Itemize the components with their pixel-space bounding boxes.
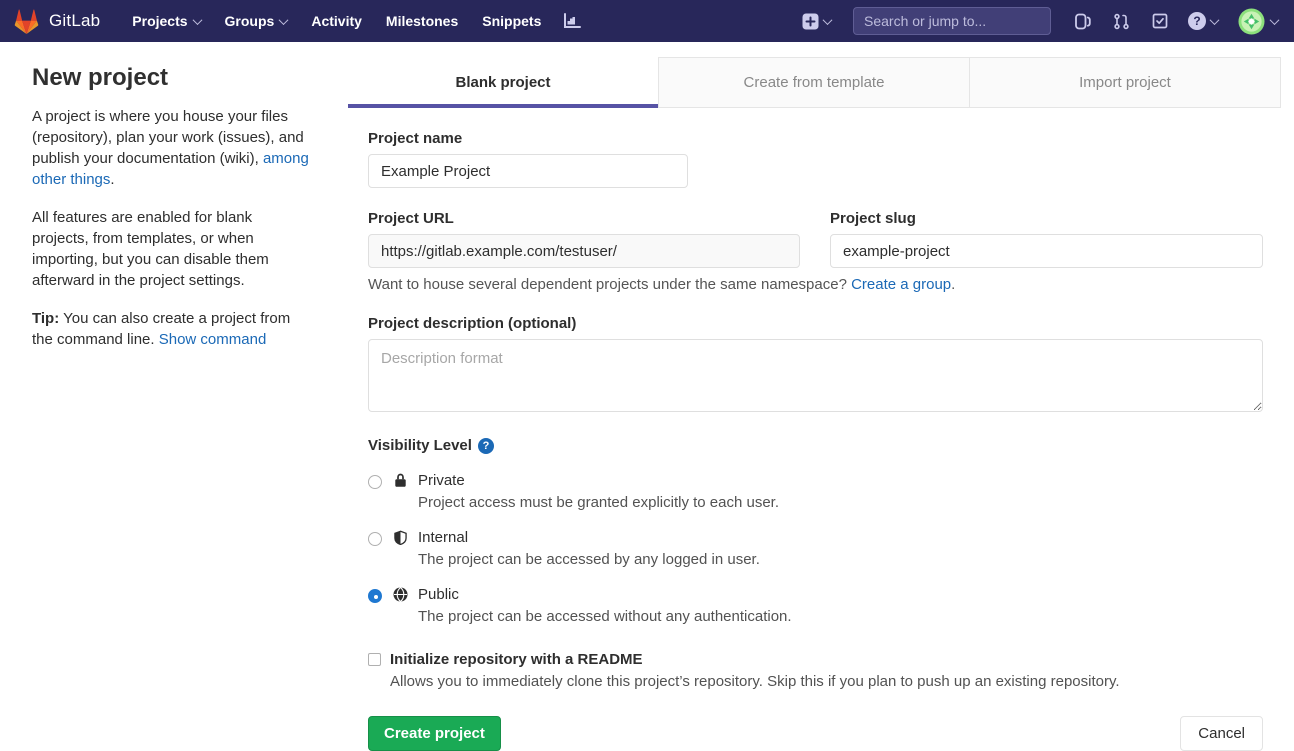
url-slug-row: Project URL Project slug xyxy=(368,210,1263,268)
visibility-level-label: Visibility Level ? xyxy=(368,437,1263,454)
nav-milestones[interactable]: Milestones xyxy=(376,7,468,35)
tab-blank-project[interactable]: Blank project xyxy=(348,57,659,107)
lock-icon xyxy=(393,473,408,488)
internal-radio[interactable] xyxy=(368,532,382,546)
search-input[interactable] xyxy=(864,13,1045,29)
top-navbar: GitLab Projects Groups Activity Mileston… xyxy=(0,0,1294,42)
todos-button[interactable] xyxy=(1144,9,1176,33)
project-name-input[interactable] xyxy=(368,154,688,188)
readme-option[interactable]: Initialize repository with a README Allo… xyxy=(368,651,1263,690)
internal-description: The project can be accessed by any logge… xyxy=(418,551,760,568)
help-menu-button[interactable]: ? xyxy=(1182,8,1224,34)
todos-icon xyxy=(1152,13,1168,29)
brand-name: GitLab xyxy=(49,11,100,31)
chevron-down-icon xyxy=(1270,15,1280,25)
new-menu-button[interactable] xyxy=(796,9,837,34)
issues-icon xyxy=(1075,13,1091,30)
avatar xyxy=(1238,8,1265,35)
chart-icon xyxy=(563,13,581,29)
readme-checkbox[interactable] xyxy=(368,653,381,666)
blank-project-form: Project name Project URL Project slug Wa… xyxy=(348,108,1281,751)
analytics-chart-button[interactable] xyxy=(555,9,589,33)
nav-snippets[interactable]: Snippets xyxy=(472,7,551,35)
create-project-button[interactable]: Create project xyxy=(368,716,501,751)
merge-requests-button[interactable] xyxy=(1105,9,1138,34)
create-a-group-link[interactable]: Create a group xyxy=(851,276,951,293)
shield-icon xyxy=(393,530,408,545)
tip-paragraph: Tip: You can also create a project from … xyxy=(32,308,312,350)
private-radio[interactable] xyxy=(368,475,382,489)
help-icon: ? xyxy=(1188,12,1206,30)
page-title: New project xyxy=(32,64,312,92)
public-label: Public xyxy=(418,586,792,603)
chevron-down-icon xyxy=(1210,15,1220,25)
readme-label: Initialize repository with a README xyxy=(390,651,1120,668)
global-search[interactable] xyxy=(853,7,1051,35)
internal-label: Internal xyxy=(418,529,760,546)
visibility-help-icon[interactable]: ? xyxy=(478,438,494,454)
new-project-panel: Blank project Create from template Impor… xyxy=(348,42,1294,751)
private-description: Project access must be granted explicitl… xyxy=(418,494,779,511)
nav-activity[interactable]: Activity xyxy=(301,7,372,35)
project-url-label: Project URL xyxy=(368,210,800,227)
navbar-right: ? xyxy=(796,6,1278,37)
public-radio[interactable] xyxy=(368,589,382,603)
tanuki-icon xyxy=(14,9,39,34)
project-slug-label: Project slug xyxy=(830,210,1263,227)
chevron-down-icon xyxy=(279,15,289,25)
visibility-option-internal[interactable]: Internal The project can be accessed by … xyxy=(368,529,1263,568)
plus-square-icon xyxy=(802,13,819,30)
gitlab-logo[interactable]: GitLab xyxy=(14,9,100,34)
project-type-tabs: Blank project Create from template Impor… xyxy=(348,57,1281,108)
active-tab-indicator xyxy=(348,104,658,108)
merge-request-icon xyxy=(1113,13,1130,30)
project-description-label: Project description (optional) xyxy=(368,315,1263,332)
public-description: The project can be accessed without any … xyxy=(418,608,792,625)
description-group: Project description (optional) xyxy=(368,315,1263,417)
namespace-hint: Want to house several dependent projects… xyxy=(368,276,1263,293)
form-actions: Create project Cancel xyxy=(368,716,1263,751)
chevron-down-icon xyxy=(823,15,833,25)
nav-projects[interactable]: Projects xyxy=(122,7,210,35)
readme-description: Allows you to immediately clone this pro… xyxy=(390,673,1120,690)
visibility-option-public[interactable]: Public The project can be accessed witho… xyxy=(368,586,1263,625)
visibility-section: Visibility Level ? Private Project acces… xyxy=(368,437,1263,625)
page-body: New project A project is where you house… xyxy=(0,42,1294,751)
intro-paragraph-2: All features are enabled for blank proje… xyxy=(32,207,312,291)
primary-nav: Projects Groups Activity Milestones Snip… xyxy=(122,7,589,35)
intro-sidebar: New project A project is where you house… xyxy=(0,42,348,367)
private-label: Private xyxy=(418,472,779,489)
nav-groups[interactable]: Groups xyxy=(215,7,298,35)
project-slug-input[interactable] xyxy=(830,234,1263,268)
visibility-option-private[interactable]: Private Project access must be granted e… xyxy=(368,472,1263,511)
globe-icon xyxy=(393,587,408,602)
chevron-down-icon xyxy=(192,15,202,25)
intro-paragraph-1: A project is where you house your files … xyxy=(32,106,312,190)
project-description-input[interactable] xyxy=(368,339,1263,412)
project-name-label: Project name xyxy=(368,130,1263,147)
tab-create-from-template[interactable]: Create from template xyxy=(659,57,970,107)
tab-import-project[interactable]: Import project xyxy=(970,57,1281,107)
user-menu-button[interactable] xyxy=(1230,6,1278,37)
issues-button[interactable] xyxy=(1067,9,1099,34)
show-command-link[interactable]: Show command xyxy=(159,331,267,348)
cancel-button[interactable]: Cancel xyxy=(1180,716,1263,751)
project-url-input[interactable] xyxy=(368,234,800,268)
